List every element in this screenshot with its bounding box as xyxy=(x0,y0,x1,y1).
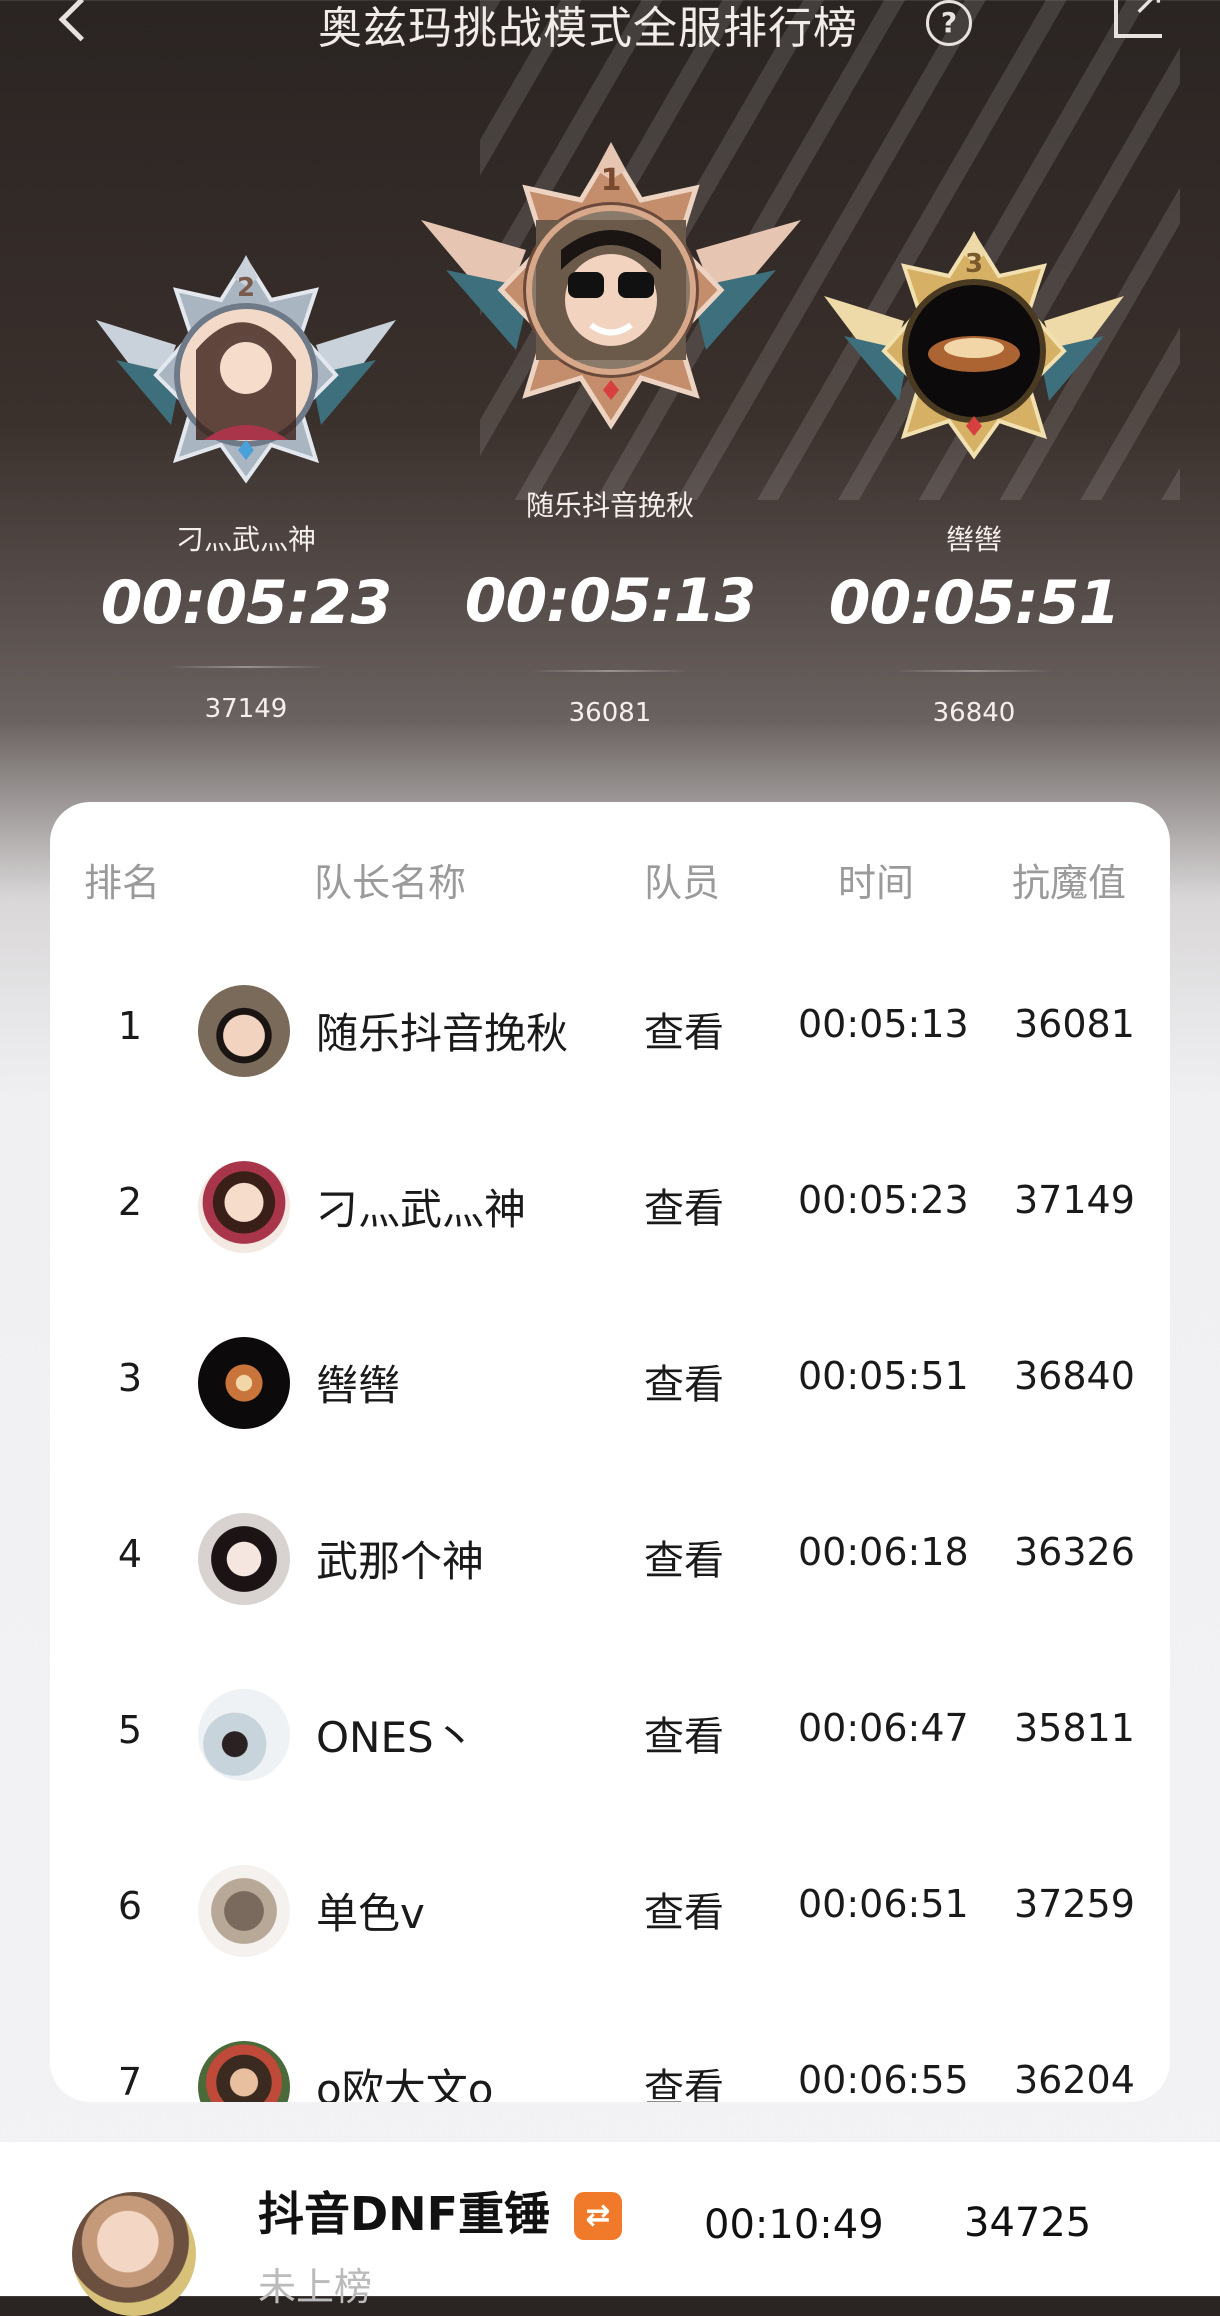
avatar xyxy=(198,1689,290,1781)
view-members-link[interactable]: 查看 xyxy=(644,1880,724,1938)
row-time: 00:06:51 xyxy=(798,1882,969,1926)
view-members-link[interactable]: 查看 xyxy=(644,1000,724,1058)
row-time: 00:05:13 xyxy=(798,1002,969,1046)
avatar xyxy=(198,1337,290,1429)
rank-2-name: 刁灬武灬神 xyxy=(175,523,316,556)
rank-3-badge: 3 xyxy=(824,231,1124,460)
rank-1-number: 1 xyxy=(601,163,622,198)
rank-3-number: 3 xyxy=(965,249,983,279)
avatar xyxy=(198,1513,290,1605)
table-row[interactable]: 1 随乐抖音挽秋 查看 00:05:13 36081 xyxy=(50,980,1170,1080)
row-score: 36204 xyxy=(1014,2058,1135,2102)
avatar xyxy=(198,2041,290,2102)
table-row[interactable]: 2 刁灬武灬神 查看 00:05:23 37149 xyxy=(50,1156,1170,1256)
rank-3-score: 36840 xyxy=(932,698,1016,728)
row-time: 00:05:23 xyxy=(798,1178,969,1222)
row-rank: 1 xyxy=(117,1004,143,1048)
table-row[interactable]: 3 辔辔 查看 00:05:51 36840 xyxy=(50,1332,1170,1432)
row-score: 36840 xyxy=(1014,1354,1135,1398)
rank-1-name: 随乐抖音挽秋 xyxy=(525,489,694,522)
my-name: 抖音DNF重锤 xyxy=(258,2187,551,2241)
view-members-link[interactable]: 查看 xyxy=(644,1528,724,1586)
top-bar: 奥兹玛挑战模式全服排行榜 ? xyxy=(0,0,1220,70)
table-header: 排名 队长名称 队员 时间 抗魔值 xyxy=(50,852,1170,912)
view-members-link[interactable]: 查看 xyxy=(644,1704,724,1762)
row-rank: 4 xyxy=(117,1532,143,1576)
header-members: 队员 xyxy=(644,861,721,905)
row-time: 00:05:51 xyxy=(798,1354,969,1398)
share-icon[interactable] xyxy=(1114,0,1166,38)
captain-name: 辔辔 xyxy=(316,1361,401,1410)
rank-1-score: 36081 xyxy=(568,698,652,728)
row-score: 35811 xyxy=(1014,1706,1135,1750)
back-arrow-icon[interactable] xyxy=(55,0,105,50)
header-score: 抗魔值 xyxy=(1012,861,1127,905)
my-time: 00:10:49 xyxy=(704,2202,884,2248)
ranking-table: 排名 队长名称 队员 时间 抗魔值 1 随乐抖音挽秋 查看 00:05:13 3… xyxy=(50,802,1170,2102)
rank-3-divider xyxy=(894,670,1054,672)
captain-name: ONES丶 xyxy=(316,1713,476,1762)
row-rank: 2 xyxy=(117,1180,143,1224)
table-row[interactable]: 5 ONES丶 查看 00:06:47 35811 xyxy=(50,1684,1170,1784)
avatar xyxy=(198,985,290,1077)
header-time: 时间 xyxy=(838,861,915,905)
row-rank: 7 xyxy=(117,2060,143,2102)
captain-name: 武那个神 xyxy=(316,1537,485,1586)
my-rank-status: 未上榜 xyxy=(258,2265,373,2309)
row-time: 00:06:18 xyxy=(798,1530,969,1574)
page-title: 奥兹玛挑战模式全服排行榜 xyxy=(318,3,858,54)
rank-1-divider xyxy=(530,670,690,672)
rank-3-time: 00:05:51 xyxy=(828,568,1120,638)
row-score: 37259 xyxy=(1014,1882,1135,1926)
view-members-link[interactable]: 查看 xyxy=(644,2056,724,2102)
row-score: 37149 xyxy=(1014,1178,1135,1222)
row-time: 00:06:55 xyxy=(798,2058,969,2102)
header-rank: 排名 xyxy=(84,861,161,905)
rank-2-number: 2 xyxy=(237,273,255,303)
rank-1-time: 00:05:13 xyxy=(464,566,756,636)
rank-2-time: 00:05:23 xyxy=(100,568,392,638)
captain-name: o欧大文o xyxy=(316,2065,494,2102)
rank-1-badge: 1 xyxy=(421,142,801,430)
captain-name: 单色v xyxy=(316,1889,425,1938)
help-icon[interactable]: ? xyxy=(926,0,972,46)
view-members-link[interactable]: 查看 xyxy=(644,1352,724,1410)
row-rank: 3 xyxy=(117,1356,143,1400)
view-members-link[interactable]: 查看 xyxy=(644,1176,724,1234)
row-time: 00:06:47 xyxy=(798,1706,969,1750)
switch-character-icon[interactable]: ⇄ xyxy=(574,2192,622,2240)
rank-3-name: 辔辔 xyxy=(945,523,1002,556)
avatar xyxy=(198,1161,290,1253)
row-rank: 5 xyxy=(117,1708,143,1752)
my-score: 34725 xyxy=(964,2200,1092,2246)
row-score: 36326 xyxy=(1014,1530,1135,1574)
captain-name: 刁灬武灬神 xyxy=(316,1185,527,1234)
my-avatar xyxy=(72,2192,196,2316)
table-row[interactable]: 7 o欧大文o 查看 00:06:55 36204 xyxy=(50,2036,1170,2102)
table-row[interactable]: 4 武那个神 查看 00:06:18 36326 xyxy=(50,1508,1170,1608)
rank-2-score: 37149 xyxy=(204,694,288,724)
avatar xyxy=(198,1865,290,1957)
row-rank: 6 xyxy=(117,1884,143,1928)
rank-2-divider xyxy=(166,666,326,668)
rank-2-badge: 2 xyxy=(96,255,396,484)
row-score: 36081 xyxy=(1014,1002,1135,1046)
table-row[interactable]: 6 单色v 查看 00:06:51 37259 xyxy=(50,1860,1170,1960)
header-captain-name: 队长名称 xyxy=(314,861,467,905)
captain-name: 随乐抖音挽秋 xyxy=(316,1009,569,1058)
my-rank-bar: 抖音DNF重锤 ⇄ 未上榜 00:10:49 34725 xyxy=(0,2142,1220,2316)
